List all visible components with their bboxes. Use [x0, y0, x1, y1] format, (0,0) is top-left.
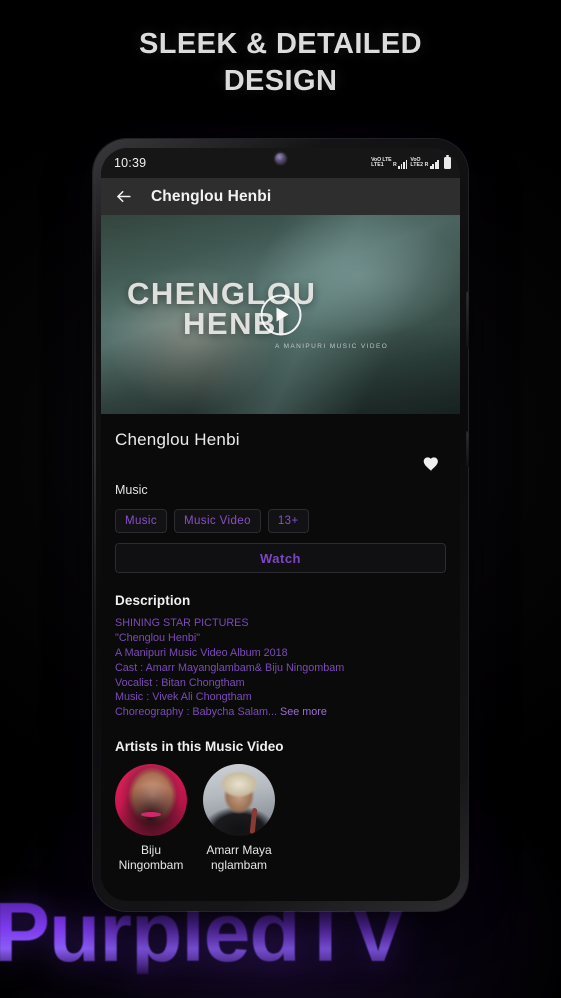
promo-headline: SLEEK & DETAILED DESIGN — [0, 26, 561, 100]
description-line-2: "Chenglou Henbi" — [115, 631, 201, 644]
favorite-row — [115, 456, 440, 477]
artist-avatar-biju — [115, 764, 187, 837]
play-triangle — [276, 307, 288, 322]
video-thumbnail[interactable]: CHENGLOU HENBI A MANIPURI MUSIC VIDEO — [101, 215, 460, 414]
phone-screen: 10:39 VoO LTE LTE1 R VoO LTE2 R Chenglou… — [101, 148, 460, 901]
sim2-line2: LTE2 — [410, 162, 424, 169]
headline-line-2: DESIGN — [223, 65, 338, 98]
sim1-line2: LTE1 — [371, 162, 384, 169]
sim2-status: VoO LTE2 R — [410, 157, 439, 169]
artist-card-biju[interactable]: Biju Ningombam — [115, 764, 187, 872]
artists-heading: Artists in this Music Video — [115, 739, 284, 755]
artist-name-biju-line2: Ningombam — [118, 857, 184, 872]
artist-card-amarr[interactable]: Amarr Maya nglambam — [203, 764, 275, 872]
description-text: SHINING STAR PICTURES "Chenglou Henbi" A… — [115, 616, 446, 720]
artist-name-biju: Biju Ningombam — [115, 843, 187, 872]
status-bar: 10:39 VoO LTE LTE1 R VoO LTE2 R — [101, 148, 460, 178]
sim1-roaming-icon: R — [393, 162, 397, 169]
back-arrow-icon[interactable] — [113, 187, 133, 207]
description-line-4: Cast : Amarr Mayanglambam& Biju Ningomba… — [115, 661, 345, 674]
thumbnail-title-line2: HENBI — [183, 306, 287, 341]
description-line-7: Choreography : Babycha Salam... See more — [115, 705, 446, 720]
video-category: Music — [115, 483, 148, 497]
artist-avatar-amarr — [203, 764, 275, 837]
description-line-5: Vocalist : Bitan Chongtham — [115, 676, 245, 689]
phone-device-frame: 10:39 VoO LTE LTE1 R VoO LTE2 R Chenglou… — [93, 139, 469, 911]
description-line-3: A Manipuri Music Video Album 2018 — [115, 646, 288, 659]
play-icon[interactable] — [260, 294, 301, 335]
tag-chips: Music Music Video 13+ — [115, 509, 446, 533]
volume-button[interactable] — [466, 291, 469, 349]
watch-button[interactable]: Watch — [115, 543, 446, 573]
description-line-7-text: Choreography : Babycha Salam... — [115, 706, 278, 719]
video-title: Chenglou Henbi — [115, 430, 240, 449]
front-camera-icon — [275, 153, 286, 164]
artist-name-amarr: Amarr Maya nglambam — [203, 843, 275, 872]
status-time: 10:39 — [114, 156, 147, 170]
sim2-roaming-icon: R — [424, 162, 429, 169]
heart-icon[interactable] — [423, 456, 440, 477]
chip-age-rating[interactable]: 13+ — [267, 509, 309, 533]
description-heading: Description — [115, 593, 191, 608]
sim2-signal-icon — [429, 160, 439, 169]
display-notch — [251, 148, 310, 169]
artist-name-amarr-line1: Amarr Maya — [206, 843, 272, 858]
battery-icon — [444, 155, 451, 169]
power-button[interactable] — [466, 431, 469, 467]
headline-line-1: SLEEK & DETAILED — [139, 28, 422, 60]
promo-stage: SLEEK & DETAILED DESIGN PurpledTV 10:39 … — [0, 0, 561, 998]
artist-name-amarr-line2: nglambam — [210, 857, 268, 872]
detail-scroll-content[interactable]: CHENGLOU HENBI A MANIPURI MUSIC VIDEO Ch… — [101, 215, 460, 901]
sim1-signal-icon — [398, 160, 408, 169]
see-more-link[interactable]: See more — [280, 706, 327, 718]
video-info-section: Chenglou Henbi Music Music Music Video 1… — [101, 414, 460, 872]
artist-name-biju-line1: Biju — [140, 843, 161, 858]
description-line-6: Music : Vivek Ali Chongtham — [115, 691, 252, 704]
sim1-status: VoO LTE LTE1 R — [371, 157, 408, 169]
chip-music[interactable]: Music — [115, 509, 168, 533]
app-bar: Chenglou Henbi — [101, 178, 460, 215]
app-bar-title: Chenglou Henbi — [151, 187, 272, 205]
sim1-labels: VoO LTE LTE1 — [371, 157, 392, 169]
status-icons: VoO LTE LTE1 R VoO LTE2 R — [371, 155, 451, 169]
sim2-labels: VoO LTE2 — [410, 157, 424, 169]
description-line-1: SHINING STAR PICTURES — [115, 617, 249, 629]
chip-music-video[interactable]: Music Video — [174, 509, 261, 533]
thumbnail-subtitle: A MANIPURI MUSIC VIDEO — [275, 343, 389, 351]
artists-list: Biju Ningombam Amarr Maya nglambam — [115, 764, 446, 872]
